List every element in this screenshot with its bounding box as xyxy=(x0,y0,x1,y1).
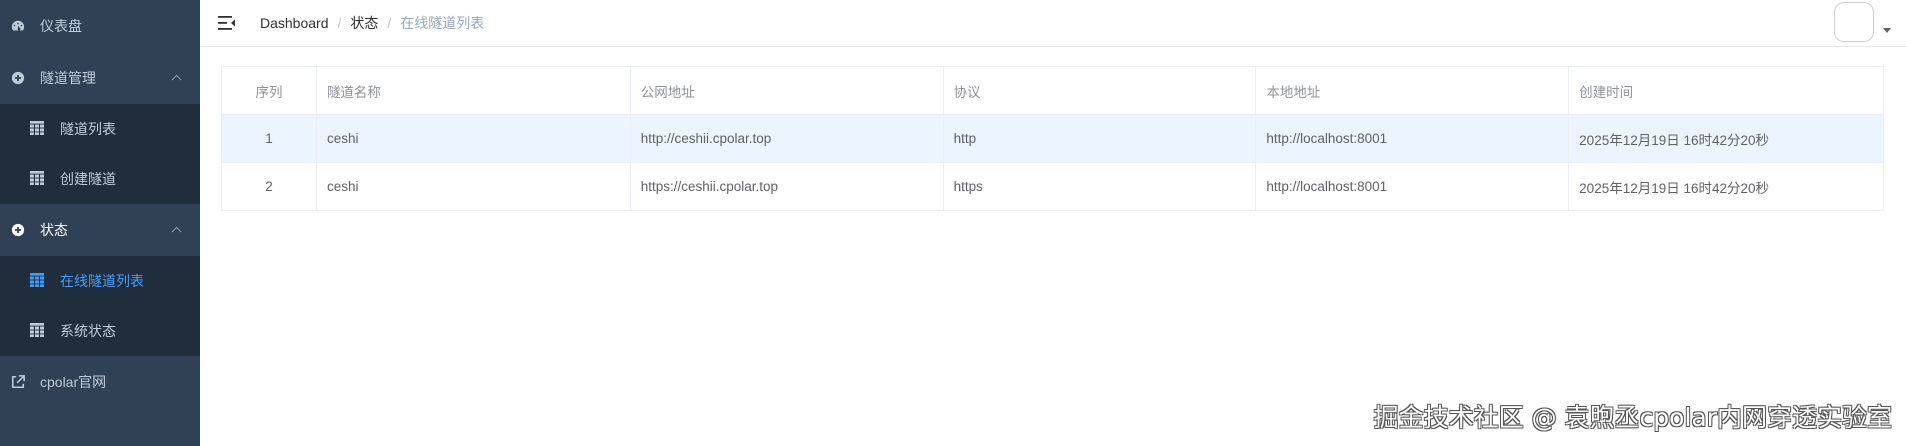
table-row[interactable]: 2 ceshi https://ceshii.cpolar.top https … xyxy=(221,162,1884,211)
table-row[interactable]: 1 ceshi http://ceshii.cpolar.top http ht… xyxy=(221,114,1884,163)
column-header-public-url: 公网地址 xyxy=(630,66,944,115)
column-header-tunnel-name: 隧道名称 xyxy=(316,66,631,115)
content-area: 序列 隧道名称 公网地址 协议 本地地址 创建时间 1 ceshi http:/… xyxy=(200,47,1906,211)
sidebar-item-dashboard[interactable]: 仪表盘 xyxy=(0,0,200,52)
submenu-tunnel-management: 隧道列表 创建隧道 xyxy=(0,104,200,204)
table-icon xyxy=(30,323,46,339)
column-header-index: 序列 xyxy=(221,66,317,115)
cell-index: 2 xyxy=(221,162,317,211)
sidebar-item-label: 隧道管理 xyxy=(40,70,96,86)
watermark: 掘金技术社区 @ 袁煦丞cpolar内网穿透实验室 xyxy=(1373,403,1892,432)
table-icon xyxy=(30,121,46,137)
cell-public-url: http://ceshii.cpolar.top xyxy=(630,114,944,163)
column-header-local-address: 本地地址 xyxy=(1255,66,1570,115)
cell-tunnel-name: ceshi xyxy=(316,162,631,211)
main-panel: Dashboard / 状态 / 在线隧道列表 序列 隧道名称 公网地址 协议 … xyxy=(200,0,1906,446)
sidebar-item-label: 隧道列表 xyxy=(60,121,116,137)
sidebar-item-label: 在线隧道列表 xyxy=(60,273,144,289)
breadcrumb-item-dashboard[interactable]: Dashboard xyxy=(260,15,329,31)
external-link-icon xyxy=(10,374,26,390)
chevron-up-icon xyxy=(171,226,182,237)
submenu-status: 在线隧道列表 系统状态 xyxy=(0,256,200,356)
avatar[interactable] xyxy=(1834,2,1874,42)
sidebar-item-tunnel-list[interactable]: 隧道列表 xyxy=(0,104,200,154)
sidebar-submenu-status[interactable]: 状态 xyxy=(0,204,200,256)
cell-tunnel-name: ceshi xyxy=(316,114,631,163)
cell-local-address: http://localhost:8001 xyxy=(1255,114,1570,163)
table-icon xyxy=(30,171,46,187)
sidebar-item-label: 创建隧道 xyxy=(60,171,116,187)
table-icon xyxy=(30,273,46,289)
cell-protocol: https xyxy=(943,162,1257,211)
column-header-created-time: 创建时间 xyxy=(1568,66,1884,115)
breadcrumb-separator: / xyxy=(387,15,392,31)
caret-down-icon[interactable] xyxy=(1883,28,1891,33)
cell-created-time: 2025年12月19日 16时42分20秒 xyxy=(1568,162,1884,211)
sidebar-item-cpolar-site[interactable]: cpolar官网 xyxy=(0,356,200,408)
plus-circle-icon xyxy=(10,222,26,238)
plus-circle-icon xyxy=(10,70,26,86)
column-header-protocol: 协议 xyxy=(943,66,1257,115)
cell-created-time: 2025年12月19日 16时42分20秒 xyxy=(1568,114,1884,163)
app-root: 仪表盘 隧道管理 隧道列表 创建隧道 状态 在线隧道列表 系统状态 cpolar… xyxy=(0,0,1906,446)
sidebar: 仪表盘 隧道管理 隧道列表 创建隧道 状态 在线隧道列表 系统状态 cpolar… xyxy=(0,0,200,446)
sidebar-item-create-tunnel[interactable]: 创建隧道 xyxy=(0,154,200,204)
dashboard-icon xyxy=(10,18,26,34)
breadcrumb: Dashboard / 状态 / 在线隧道列表 xyxy=(260,13,484,33)
cell-protocol: http xyxy=(943,114,1257,163)
breadcrumb-item-current: 在线隧道列表 xyxy=(400,15,485,31)
sidebar-item-label: 仪表盘 xyxy=(40,18,82,34)
navbar: Dashboard / 状态 / 在线隧道列表 xyxy=(200,0,1906,47)
hamburger-icon[interactable] xyxy=(218,15,236,31)
chevron-up-icon xyxy=(171,74,182,85)
breadcrumb-separator: / xyxy=(337,15,342,31)
cell-public-url: https://ceshii.cpolar.top xyxy=(630,162,944,211)
breadcrumb-item-status[interactable]: 状态 xyxy=(350,13,378,33)
sidebar-item-system-status[interactable]: 系统状态 xyxy=(0,306,200,356)
table-header-row: 序列 隧道名称 公网地址 协议 本地地址 创建时间 xyxy=(221,66,1884,115)
sidebar-submenu-tunnel-management[interactable]: 隧道管理 xyxy=(0,52,200,104)
sidebar-item-label: cpolar官网 xyxy=(40,374,107,390)
cell-local-address: http://localhost:8001 xyxy=(1255,162,1570,211)
sidebar-item-label: 系统状态 xyxy=(60,323,116,339)
sidebar-item-label: 状态 xyxy=(40,222,68,238)
online-tunnels-table: 序列 隧道名称 公网地址 协议 本地地址 创建时间 1 ceshi http:/… xyxy=(221,66,1884,211)
sidebar-item-online-tunnels[interactable]: 在线隧道列表 xyxy=(0,256,200,306)
cell-index: 1 xyxy=(221,114,317,163)
